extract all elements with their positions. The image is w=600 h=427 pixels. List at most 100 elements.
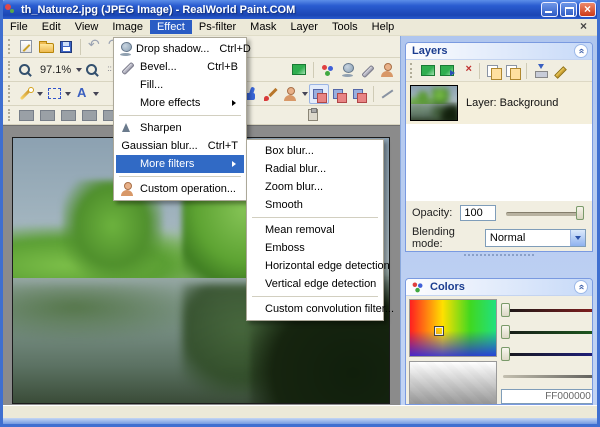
hue-saturation-picker[interactable] — [409, 299, 497, 357]
zoom-in-button[interactable] — [83, 60, 103, 80]
layer-mode-button-2[interactable] — [329, 84, 349, 104]
brush-tool-button[interactable] — [261, 84, 281, 104]
open-file-button[interactable] — [36, 37, 56, 57]
alpha-slider[interactable] — [501, 369, 592, 383]
submenu-item-vertical-edge-detection[interactable]: Vertical edge detection — [249, 275, 381, 293]
close-button[interactable] — [579, 2, 596, 17]
menu-item-more-filters[interactable]: More filters — [116, 155, 244, 173]
zoom-dropdown-icon[interactable] — [76, 68, 83, 75]
submenu-item-zoom-blur[interactable]: Zoom blur... — [249, 178, 381, 196]
menu-image[interactable]: Image — [105, 20, 150, 34]
chevron-down-icon[interactable] — [570, 230, 585, 246]
menu-effect[interactable]: Effect — [149, 20, 192, 34]
menu-item-gaussian-blur[interactable]: Gaussian blur... Ctrl+T — [116, 137, 244, 155]
zoom-out-button[interactable] — [16, 60, 36, 80]
delete-layer-button[interactable] — [456, 62, 475, 80]
wand-dropdown-icon[interactable] — [37, 92, 43, 99]
layer-row-background[interactable]: Layer: Background — [406, 82, 592, 124]
blending-mode-select[interactable]: Normal — [484, 229, 586, 247]
layers-panel-header[interactable]: Layers « — [406, 43, 592, 60]
submenu-item-mean-removal[interactable]: Mean removal — [249, 221, 381, 239]
text-dropdown-icon[interactable] — [93, 92, 99, 99]
opacity-input[interactable] — [460, 205, 497, 221]
selection-tool-button[interactable] — [44, 84, 64, 104]
submenu-item-emboss[interactable]: Emboss — [249, 239, 381, 257]
duplicate-layer-button[interactable] — [484, 62, 503, 80]
color-picker-cursor[interactable] — [434, 326, 444, 336]
blue-slider[interactable] — [501, 347, 592, 361]
menu-layer[interactable]: Layer — [283, 20, 325, 34]
color-swatch[interactable] — [19, 109, 34, 121]
panel-resize-grip[interactable] — [464, 254, 534, 262]
menu-tools[interactable]: Tools — [325, 20, 365, 34]
opacity-slider-handle[interactable] — [576, 206, 584, 220]
retouch-tool-button[interactable] — [281, 84, 301, 104]
toolbar-grip[interactable] — [8, 61, 13, 78]
menu-file[interactable]: File — [3, 20, 35, 34]
menu-view[interactable]: View — [68, 20, 106, 34]
new-layer-button[interactable] — [418, 62, 437, 80]
restore-button[interactable] — [560, 2, 577, 17]
submenu-item-box-blur[interactable]: Box blur... — [249, 142, 381, 160]
bevel-button[interactable] — [358, 60, 378, 80]
zoom-level-value[interactable]: 97.1% — [36, 64, 75, 76]
color-swatch[interactable] — [40, 109, 55, 121]
collapse-chevron-icon[interactable]: « — [574, 280, 588, 294]
opacity-slider[interactable] — [506, 206, 584, 220]
import-layer-button[interactable] — [437, 62, 456, 80]
retouch-dropdown-icon[interactable] — [302, 92, 308, 99]
menu-item-sharpen[interactable]: Sharpen — [116, 119, 244, 137]
edit-layer-button[interactable] — [550, 62, 569, 80]
paste-button[interactable] — [302, 105, 322, 125]
collapse-chevron-icon[interactable]: « — [574, 44, 588, 58]
save-button[interactable] — [56, 37, 76, 57]
submenu-item-horizontal-edge-detection[interactable]: Horizontal edge detection — [249, 257, 390, 275]
blue-slider-handle[interactable] — [501, 347, 510, 361]
red-slider-handle[interactable] — [501, 303, 510, 317]
undo-button[interactable] — [85, 36, 105, 57]
document-close-icon[interactable] — [579, 19, 589, 33]
new-file-button[interactable] — [16, 37, 36, 57]
menu-item-drop-shadow[interactable]: Drop shadow... Ctrl+D — [116, 40, 251, 58]
colors-panel-header[interactable]: Colors « — [406, 279, 592, 296]
green-slider-handle[interactable] — [501, 325, 510, 339]
toolbar-grip[interactable] — [8, 85, 13, 102]
color-swatch[interactable] — [82, 109, 97, 121]
brightness-alpha-picker[interactable] — [409, 361, 497, 404]
merge-down-icon — [533, 63, 549, 78]
layers-icon — [311, 87, 327, 103]
minimize-button[interactable] — [541, 2, 558, 17]
line-tool-button[interactable] — [378, 84, 398, 104]
submenu-item-custom-convolution-filter[interactable]: Custom convolution filter... — [249, 300, 394, 318]
hex-color-input[interactable] — [501, 389, 592, 404]
menu-help[interactable]: Help — [365, 20, 402, 34]
portrait-button[interactable] — [378, 60, 398, 80]
menu-item-fill[interactable]: Fill... — [116, 76, 244, 94]
color-swatch[interactable] — [61, 109, 76, 121]
merge-layer-button[interactable] — [531, 62, 550, 80]
selection-dropdown-icon[interactable] — [65, 92, 71, 99]
menu-item-custom-operation[interactable]: Custom operation... — [116, 180, 244, 198]
titlebar[interactable]: th_Nature2.jpg (JPEG Image) - RealWorld … — [0, 0, 600, 19]
submenu-item-smooth[interactable]: Smooth — [249, 196, 381, 214]
text-tool-button[interactable] — [72, 84, 92, 104]
menu-mask[interactable]: Mask — [243, 20, 283, 34]
copy-layer-button[interactable] — [503, 62, 522, 80]
toolbar-grip[interactable] — [8, 108, 13, 122]
green-slider[interactable] — [501, 325, 592, 339]
wand-tool-button[interactable] — [16, 84, 36, 104]
image-properties-button[interactable] — [289, 60, 309, 80]
menu-item-bevel[interactable]: Bevel... Ctrl+B — [116, 58, 244, 76]
menu-edit[interactable]: Edit — [35, 20, 68, 34]
colorize-button[interactable] — [318, 60, 338, 80]
menu-item-more-effects[interactable]: More effects — [116, 94, 244, 112]
drop-shadow-button[interactable] — [338, 60, 358, 80]
red-slider[interactable] — [501, 303, 592, 317]
toolbar-grip[interactable] — [410, 63, 415, 78]
submenu-item-radial-blur[interactable]: Radial blur... — [249, 160, 381, 178]
layers-toolbar — [406, 60, 592, 82]
layer-mode-button-1[interactable] — [309, 83, 329, 104]
layer-mode-button-3[interactable] — [349, 84, 369, 104]
toolbar-grip[interactable] — [8, 39, 13, 54]
menu-ps-filter[interactable]: Ps-filter — [192, 20, 243, 34]
